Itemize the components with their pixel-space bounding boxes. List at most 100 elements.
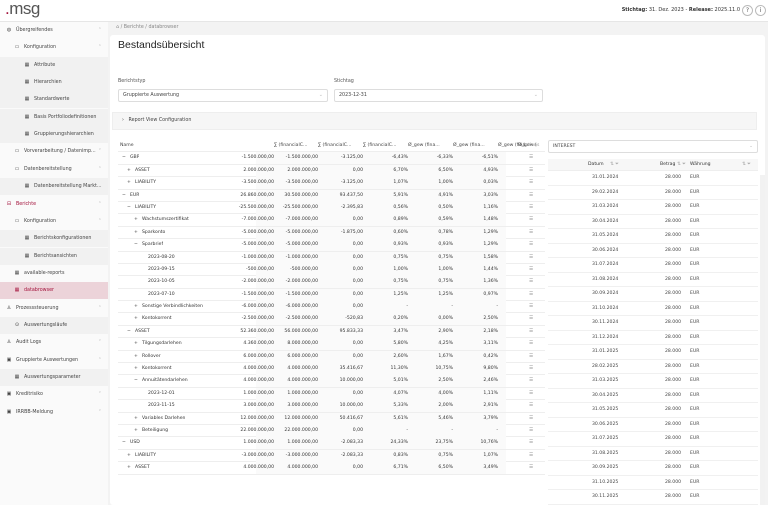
collapse-icon[interactable]: − xyxy=(134,239,138,251)
expand-icon[interactable]: + xyxy=(134,227,138,239)
column-header-datum[interactable]: Datum xyxy=(588,159,604,171)
expand-icon[interactable]: + xyxy=(134,214,138,226)
sidebar-item-available-reports[interactable]: ▦ available-reports xyxy=(0,265,108,282)
row-actions-menu-icon[interactable]: ☰ xyxy=(525,437,537,449)
expand-icon[interactable]: + xyxy=(127,462,131,474)
row-actions-menu-icon[interactable]: ☰ xyxy=(525,202,537,214)
collapse-icon[interactable]: − xyxy=(122,437,126,449)
sidebar-item-gruppierte-auswertungen[interactable]: ▣ Gruppierte Auswertungen ˄ xyxy=(0,352,108,369)
row-actions-menu-icon[interactable]: ☰ xyxy=(525,338,537,350)
sort-filter-icon[interactable]: ⇅ ⏷ xyxy=(677,159,686,171)
report-view-configuration-toggle[interactable]: › Report View Configuration xyxy=(112,112,757,130)
info-button[interactable]: i xyxy=(755,5,766,16)
expand-icon[interactable]: + xyxy=(134,351,138,363)
sidebar-item-berichtsansichten[interactable]: ▦ Berichtsansichten xyxy=(0,247,108,265)
row-actions-menu-icon[interactable]: ☰ xyxy=(525,388,537,400)
chevron-up-icon[interactable]: ˄ xyxy=(99,300,101,317)
chevron-down-icon[interactable]: ˅ xyxy=(99,404,101,421)
expand-icon[interactable]: + xyxy=(134,338,138,350)
row-actions-menu-icon[interactable]: ☰ xyxy=(525,190,537,202)
column-header-name[interactable]: Name xyxy=(120,140,134,152)
column-header[interactable]: Ø_gew (fina... xyxy=(453,140,496,152)
chevron-up-icon[interactable]: ˄ xyxy=(99,161,101,178)
row-actions-menu-icon[interactable]: ☰ xyxy=(525,301,537,313)
collapse-icon[interactable]: − xyxy=(122,152,126,164)
expand-icon[interactable]: + xyxy=(134,301,138,313)
row-actions-menu-icon[interactable]: ☰ xyxy=(525,165,537,177)
help-button[interactable]: ? xyxy=(742,5,753,16)
column-header-waehrung[interactable]: Währung xyxy=(690,159,711,171)
berichtstyp-select[interactable]: Gruppierte Auswertung ⌄ xyxy=(118,89,328,102)
row-actions-menu-icon[interactable]: ☰ xyxy=(525,264,537,276)
msg-logo[interactable]: .msg xyxy=(5,0,40,19)
expand-icon[interactable]: + xyxy=(134,363,138,375)
chevron-up-icon[interactable]: ˄ xyxy=(99,352,101,369)
row-actions-menu-icon[interactable]: ☰ xyxy=(525,239,537,251)
expand-icon[interactable]: + xyxy=(127,177,131,189)
chevron-up-icon[interactable]: ˄ xyxy=(99,22,101,39)
sidebar-item-berichtskonfigurationen[interactable]: ▦ Berichtskonfigurationen xyxy=(0,230,108,248)
sidebar-item-standardwerte[interactable]: ▦ Standardwerte xyxy=(0,91,108,109)
row-actions-menu-icon[interactable]: ☰ xyxy=(525,326,537,338)
sidebar-item-kreditrisiko[interactable]: ▣ Kreditrisiko ˅ xyxy=(0,386,108,403)
row-actions-menu-icon[interactable]: ☰ xyxy=(525,289,537,301)
collapse-icon[interactable]: − xyxy=(122,190,126,202)
sidebar-item-datenbereitstellung[interactable]: ▭ Datenbereitstellung ˄ xyxy=(0,161,108,178)
row-actions-menu-icon[interactable]: ☰ xyxy=(525,413,537,425)
chevron-up-icon[interactable]: ˄ xyxy=(99,39,101,56)
row-actions-menu-icon[interactable]: ☰ xyxy=(525,425,537,437)
chevron-down-icon[interactable]: ˅ xyxy=(99,143,101,160)
sidebar-item-datenbereitstellung-markt-[interactable]: ▦ Datenbereitstellung Markt... xyxy=(0,178,108,196)
row-actions-menu-icon[interactable]: ☰ xyxy=(525,177,537,189)
row-actions-menu-icon[interactable]: ☰ xyxy=(525,450,537,462)
sidebar-item-attribute[interactable]: ▦ Attribute xyxy=(0,56,108,74)
row-actions-menu-icon[interactable]: ☰ xyxy=(525,227,537,239)
collapse-icon[interactable]: − xyxy=(127,326,131,338)
expand-icon[interactable]: + xyxy=(134,413,138,425)
row-actions-menu-icon[interactable]: ☰ xyxy=(525,400,537,412)
sidebar-item-prozesssteuerung[interactable]: ♙ Prozesssteuerung ˄ xyxy=(0,300,108,317)
expand-icon[interactable]: + xyxy=(127,450,131,462)
expand-icon[interactable]: + xyxy=(127,165,131,177)
sidebar-item-konfiguration[interactable]: ▭ Konfiguration ˄ xyxy=(0,39,108,56)
stichtag-select[interactable]: 2023-12-31 ⌄ xyxy=(334,89,543,102)
sidebar-item-basis-portfoliodefinitionen[interactable]: ▦ Basis Portfoliodefinitionen xyxy=(0,108,108,126)
expand-icon[interactable]: + xyxy=(134,425,138,437)
sidebar-item-irrbb-meldung[interactable]: ▣ IRRBB-Meldung ˅ xyxy=(0,404,108,421)
sidebar-item-berichte[interactable]: ⊟ Berichte ˄ xyxy=(0,196,108,213)
sidebar-item-übergreifendes[interactable]: ◍ Übergreifendes ˄ xyxy=(0,22,108,39)
sidebar-item-konfiguration[interactable]: ▭ Konfiguration ˄ xyxy=(0,213,108,230)
column-header[interactable]: ∑ (financialC... xyxy=(318,140,361,152)
sidebar-item-audit-logs[interactable]: ♙ Audit Logs ˅ xyxy=(0,334,108,351)
row-actions-menu-icon[interactable]: ☰ xyxy=(525,363,537,375)
column-header[interactable]: ∑ (financialC... xyxy=(274,140,317,152)
row-actions-menu-icon[interactable]: ☰ xyxy=(525,351,537,363)
row-actions-menu-icon[interactable]: ☰ xyxy=(525,462,537,474)
sidebar-item-vorverarbeitung-datenimp-[interactable]: ▭ Vorverarbeitung / Datenimp... ˅ xyxy=(0,143,108,160)
collapse-icon[interactable]: − xyxy=(127,202,131,214)
column-header[interactable]: Ø_gew (fina... xyxy=(408,140,451,152)
chevron-up-icon[interactable]: ˄ xyxy=(99,213,101,230)
expand-icon[interactable]: + xyxy=(134,313,138,325)
row-actions-menu-icon[interactable]: ☰ xyxy=(525,375,537,387)
row-actions-menu-icon[interactable]: ☰ xyxy=(525,214,537,226)
sidebar-item-hierarchien[interactable]: ▦ Hierarchien xyxy=(0,74,108,92)
chevron-down-icon[interactable]: ˅ xyxy=(99,386,101,403)
chevron-down-icon[interactable]: ˅ xyxy=(99,334,101,351)
sort-filter-icon[interactable]: ⇅ ⏷ xyxy=(742,159,751,171)
row-actions-menu-icon[interactable]: ☰ xyxy=(525,276,537,288)
column-header-betrag[interactable]: Betrag xyxy=(660,159,675,171)
collapse-icon[interactable]: − xyxy=(134,375,138,387)
row-actions-menu-icon[interactable]: ☰ xyxy=(525,152,537,164)
row-actions-menu-icon[interactable]: ☰ xyxy=(525,252,537,264)
home-icon[interactable]: ⌂ xyxy=(116,25,119,30)
sidebar-item-auswertungsläufe[interactable]: ⊙ Auswertungsläufe xyxy=(0,316,108,334)
scrollbar[interactable] xyxy=(760,175,765,505)
sort-filter-icon[interactable]: ⇅ ⏷ xyxy=(610,159,619,171)
column-header[interactable]: ∑ (financialC... xyxy=(363,140,406,152)
row-actions-menu-icon[interactable]: ☰ xyxy=(525,313,537,325)
breadcrumb-berichte[interactable]: Berichte xyxy=(124,25,144,30)
sidebar-item-auswertungsparameter[interactable]: ▦ Auswertungsparameter xyxy=(0,369,108,386)
sidebar-item-gruppierungshierarchien[interactable]: ▦ Gruppierungshierarchien xyxy=(0,126,108,144)
cashflow-type-select[interactable]: INTEREST ⌄ xyxy=(548,140,758,153)
